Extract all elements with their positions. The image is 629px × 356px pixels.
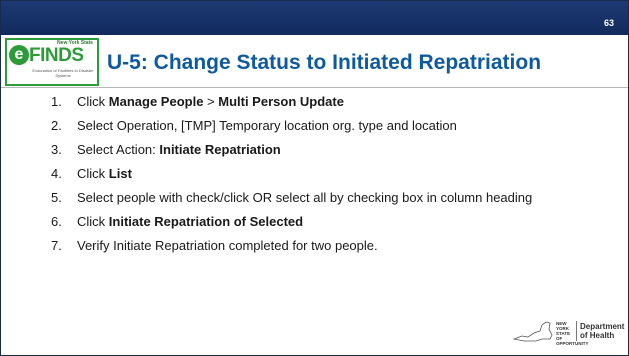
department-of-health-text: Department of Health bbox=[580, 322, 624, 340]
step-item: 2. Select Operation, [TMP] Temporary loca… bbox=[51, 117, 611, 135]
step-item: 6. Click Initiate Repatriation of Selecte… bbox=[51, 213, 611, 231]
step-bold-text: Multi Person Update bbox=[218, 94, 344, 109]
slide: 63 New York State e FINDS Evacuation of … bbox=[0, 0, 629, 356]
step-text: Click bbox=[77, 94, 109, 109]
step-item: 4. Click List bbox=[51, 165, 611, 183]
step-bold-text: List bbox=[108, 166, 132, 181]
step-number: 2. bbox=[51, 118, 62, 133]
step-item: 5. Select people with check/click OR sele… bbox=[51, 189, 611, 207]
step-number: 5. bbox=[51, 190, 62, 205]
step-text: Select Operation, [TMP] Temporary locati… bbox=[77, 118, 457, 133]
slide-title: U-5: Change Status to Initiated Repatria… bbox=[107, 51, 542, 74]
step-number: 7. bbox=[51, 238, 62, 253]
department-line-2: of Health bbox=[580, 331, 615, 340]
logo-subtitle: Evacuation of Facilities In Disaster Sys… bbox=[32, 68, 94, 78]
step-text: > bbox=[203, 94, 219, 109]
step-item: 1. Click Manage People > Multi Person Upd… bbox=[51, 93, 611, 111]
nys-text: NEW YORK STATE OF OPPORTUNITY bbox=[556, 321, 589, 346]
step-text: Select Action: bbox=[77, 142, 160, 157]
step-text: Click bbox=[77, 214, 109, 229]
title-divider bbox=[1, 87, 628, 88]
nys-doh-logo: NEW YORK STATE OF OPPORTUNITY Department… bbox=[512, 319, 624, 346]
step-text: Verify Initiate Repatriation completed f… bbox=[77, 238, 378, 253]
step-text: Select people with check/click OR select… bbox=[77, 190, 533, 205]
page-number: 63 bbox=[603, 18, 614, 28]
logo-e-icon: e bbox=[9, 45, 29, 65]
step-bold-text: Initiate Repatriation of Selected bbox=[108, 214, 304, 229]
step-bold-text: Initiate Repatriation bbox=[159, 142, 281, 157]
header-bar: 63 bbox=[1, 1, 628, 35]
step-number: 4. bbox=[51, 166, 62, 181]
step-text: Click bbox=[77, 166, 109, 181]
step-item: 3. Select Action: Initiate Repatriation bbox=[51, 141, 611, 159]
efinds-logo: New York State e FINDS Evacuation of Fac… bbox=[5, 38, 99, 86]
department-line-1: Department bbox=[580, 322, 625, 331]
step-number: 3. bbox=[51, 142, 62, 157]
step-item: 7. Verify Initiate Repatriation completed… bbox=[51, 237, 611, 255]
step-bold-text: Manage People bbox=[108, 94, 204, 109]
steps-list: 1. Click Manage People > Multi Person Upd… bbox=[51, 93, 611, 261]
logo-divider bbox=[576, 321, 577, 341]
logo-word: FINDS bbox=[29, 45, 84, 66]
step-number: 1. bbox=[51, 94, 62, 109]
ny-state-outline-icon bbox=[512, 321, 553, 342]
step-number: 6. bbox=[51, 214, 62, 229]
